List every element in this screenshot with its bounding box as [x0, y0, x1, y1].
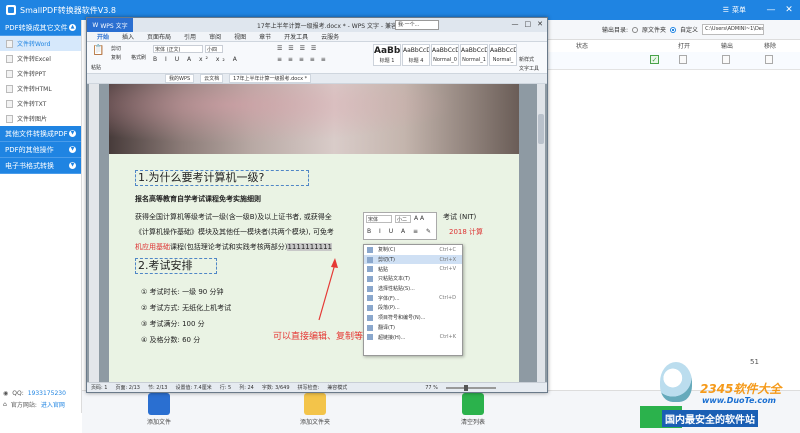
- add-folder-icon: [304, 393, 326, 415]
- menu-label: 菜单: [732, 6, 746, 14]
- list-header: 状态 打开 输出 移除: [576, 43, 777, 50]
- copy-icon: [367, 247, 373, 253]
- menu-button[interactable]: ☰ 菜单: [717, 3, 752, 17]
- category-other-to-pdf[interactable]: 其他文件转换成PDF ▼: [0, 126, 81, 142]
- list-item[interactable]: ✓: [546, 52, 800, 70]
- paste-icon: [367, 266, 373, 273]
- word-file-icon: [6, 39, 13, 48]
- ctx-bullets[interactable]: 项目符号和编号(N)...: [364, 313, 462, 323]
- wps-status-bar: 页码: 1 页面: 2/13 节: 2/13 设置值: 7.4厘米 行: 5 列…: [87, 382, 547, 392]
- ctx-cut[interactable]: 剪切(T) Ctrl+X: [364, 254, 462, 265]
- trash-icon[interactable]: [765, 55, 773, 64]
- mini-font-select[interactable]: 宋体: [366, 215, 392, 223]
- wps-window: W WPS 文字 17年上半年计算一级报考.docx * - WPS 文字 - …: [86, 17, 548, 393]
- sidebar-item-txt[interactable]: 文件转TXT: [0, 96, 81, 111]
- category-pdf-to-other[interactable]: PDF转换成其它文件 ▲: [0, 20, 81, 36]
- sidebar-item-html[interactable]: 文件转HTML: [0, 81, 81, 96]
- paragraph-icon: [367, 305, 373, 312]
- sidebar-item-excel[interactable]: 文件转Excel: [0, 51, 81, 66]
- open-file-icon[interactable]: [679, 55, 687, 64]
- excel-file-icon: [6, 54, 13, 63]
- official-site-link[interactable]: 进入官网: [41, 400, 65, 409]
- paste-text-icon: [367, 276, 373, 283]
- menu-icon: ☰: [722, 6, 729, 14]
- context-menu: 复制(C) Ctrl+C 剪切(T) Ctrl+X 粘贴 Ctrl+V 只粘贴文本(T…: [363, 244, 463, 356]
- ctx-copy[interactable]: 复制(C) Ctrl+C: [364, 245, 462, 255]
- watermark: 51 2345软件大全 www.DuoTe.com 国内最安全的软件站: [640, 350, 800, 433]
- qq-link[interactable]: 1933175230: [28, 390, 66, 397]
- app-title: SmallPDF转换器软件V3.8: [20, 5, 116, 15]
- annotation-note: 可以直接编辑、复制等。: [273, 332, 373, 342]
- watermark-title: 2345软件大全: [700, 382, 782, 396]
- output-bar: 输出目录: 原文件夹 自定义 C:\Users\ADMINI~1\Deskto: [546, 20, 800, 40]
- status-zoom: 77 %: [425, 384, 438, 391]
- ctx-translate[interactable]: 翻译(T): [364, 323, 462, 333]
- clear-list-button[interactable]: 清空列表: [448, 393, 498, 426]
- status-col: 列: 24: [239, 385, 254, 391]
- add-folder-button[interactable]: 添加文件夹: [290, 393, 340, 426]
- sidebar-item-ppt[interactable]: 文件转PPT: [0, 66, 81, 81]
- status-page: 页码: 1: [91, 385, 108, 391]
- status-chars: 字数: 3/649: [261, 385, 290, 391]
- mini-toolbar: 宋体 小二 A A B I U A ≡ ✎: [363, 212, 437, 240]
- close-button[interactable]: ✕: [782, 3, 796, 17]
- output-folder-icon[interactable]: [722, 55, 730, 64]
- status-check-icon: ✓: [650, 55, 659, 64]
- chevron-down-icon: ▼: [69, 146, 76, 153]
- grow-font-icon[interactable]: A A: [414, 215, 424, 222]
- ctx-paste-text[interactable]: 只粘贴文本(T): [364, 274, 462, 284]
- radio-original[interactable]: [632, 26, 639, 33]
- translate-icon: [367, 324, 373, 331]
- chevron-up-icon: ▲: [69, 24, 76, 31]
- home-icon: ⌂: [3, 401, 7, 408]
- qq-icon: ◉: [3, 390, 9, 397]
- sidebar-item-image[interactable]: 文件转图片: [0, 111, 81, 126]
- add-file-icon: [148, 393, 170, 415]
- mini-size-select[interactable]: 小二: [395, 215, 411, 223]
- category-ebook[interactable]: 电子书格式转换 ▼: [0, 158, 81, 174]
- mini-format-buttons[interactable]: B I U A ≡ ✎: [367, 228, 434, 235]
- watermark-url: www.DuoTe.com: [702, 396, 776, 405]
- ctx-paragraph[interactable]: 段落(P)...: [364, 303, 462, 313]
- link-icon: [367, 334, 373, 341]
- ctx-paste-special[interactable]: 选择性粘贴(S)...: [364, 284, 462, 294]
- txt-file-icon: [6, 99, 13, 108]
- zoom-slider[interactable]: [445, 384, 496, 391]
- watermark-slogan: 国内最安全的软件站: [662, 410, 758, 427]
- status-section: 节: 2/13: [147, 385, 168, 391]
- category-pdf-other-ops[interactable]: PDF的其他操作 ▼: [0, 142, 81, 158]
- output-label: 输出目录:: [602, 27, 629, 34]
- status-mode: 兼容模式: [327, 385, 348, 391]
- bullets-icon: [367, 314, 373, 321]
- ppt-file-icon: [6, 69, 13, 78]
- status-row: 行: 5: [219, 385, 232, 391]
- sidebar-footer: ◉ QQ: 1933175230 ⌂ 官方网站: 进入官网: [3, 390, 66, 409]
- output-path-field[interactable]: C:\Users\ADMINI~1\Deskto: [702, 24, 765, 35]
- minimize-button[interactable]: —: [764, 3, 778, 17]
- radio-custom[interactable]: [670, 26, 677, 33]
- status-pos: 设置值: 7.4厘米: [175, 385, 212, 391]
- html-file-icon: [6, 84, 13, 93]
- paste-special-icon: [367, 285, 373, 292]
- status-spell[interactable]: 拼写检查:: [298, 384, 320, 391]
- mascot-image: [660, 362, 692, 402]
- image-file-icon: [6, 114, 13, 123]
- watermark-badge: 51: [750, 358, 759, 366]
- font-icon: [367, 295, 373, 302]
- ctx-paste[interactable]: 粘贴 Ctrl+V: [364, 264, 462, 274]
- status-pages: 页面: 2/13: [115, 385, 140, 391]
- ctx-font[interactable]: 字体(F)... Ctrl+D: [364, 293, 462, 303]
- clear-list-icon: [462, 393, 484, 415]
- sidebar: PDF转换成其它文件 ▲ 文件转Word 文件转Excel 文件转PPT 文件转…: [0, 20, 82, 413]
- ctx-hyperlink[interactable]: 超链接(H)... Ctrl+K: [364, 332, 462, 342]
- sidebar-item-word[interactable]: 文件转Word: [0, 36, 81, 51]
- chevron-down-icon: ▼: [69, 130, 76, 137]
- app-logo-icon: [6, 5, 16, 15]
- scissors-icon: [367, 256, 373, 263]
- add-file-button[interactable]: 添加文件: [134, 393, 184, 426]
- chevron-down-icon: ▼: [69, 162, 76, 169]
